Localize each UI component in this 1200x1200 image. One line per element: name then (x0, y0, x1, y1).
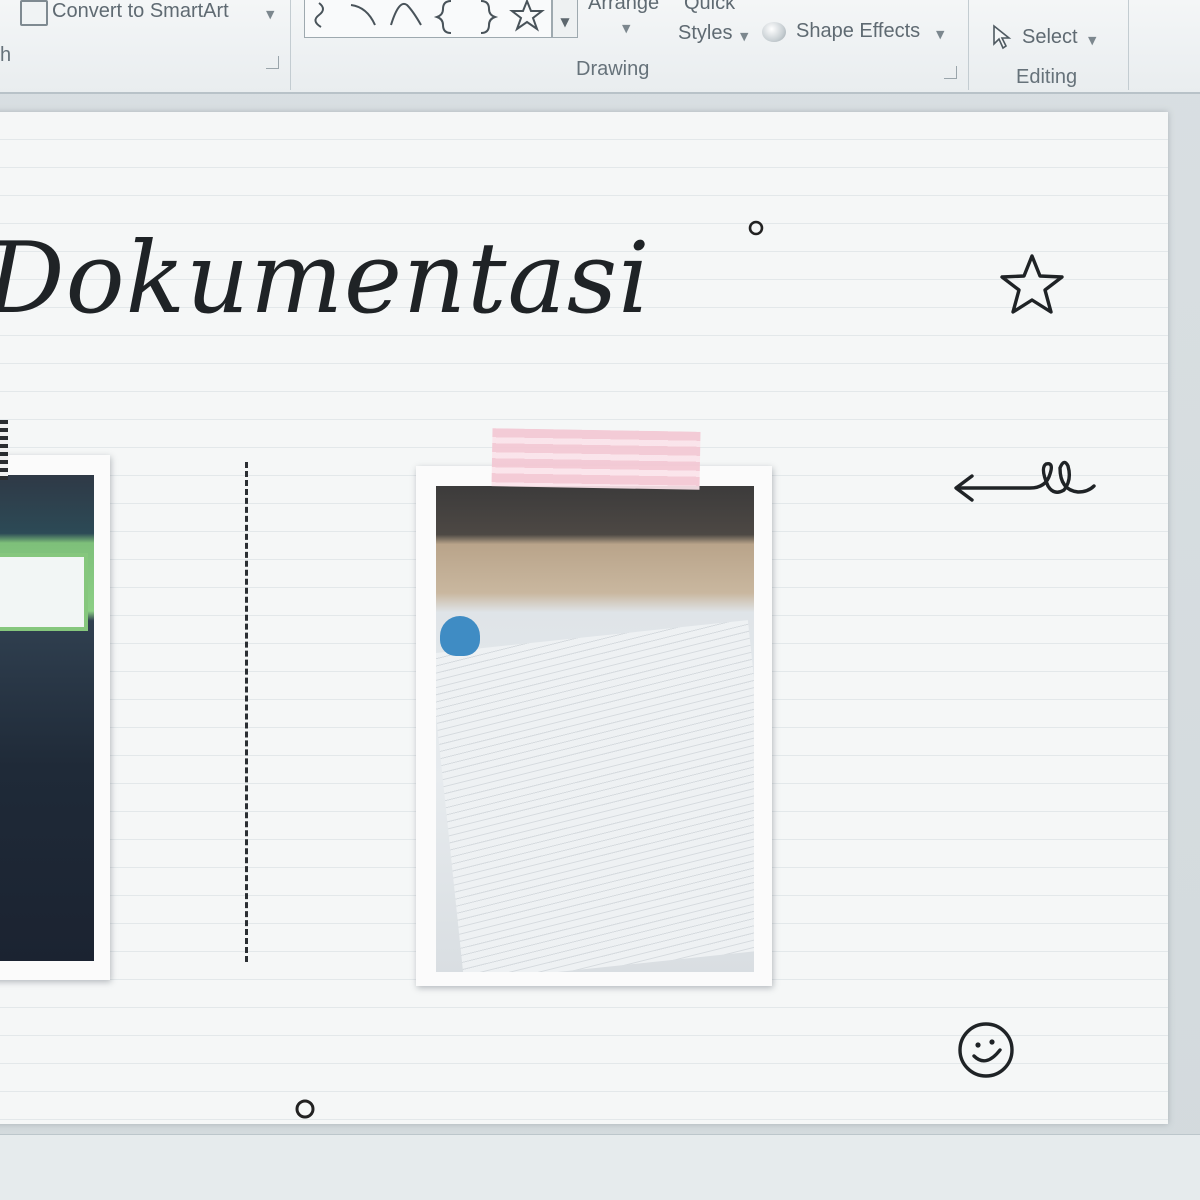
circle-doodle (748, 220, 764, 236)
photo-paper-sheet (436, 620, 754, 972)
right-brace-icon (480, 0, 499, 34)
photo-left (0, 475, 94, 961)
select-label: Select (1022, 26, 1078, 48)
slide-title[interactable]: Dokumentasi (0, 222, 651, 336)
quick-styles-button[interactable]: Quick Styles ▼ (676, 0, 756, 52)
smartart-icon (20, 0, 48, 26)
chevron-down-icon: ▼ (622, 22, 631, 35)
arrange-button[interactable]: Arrange ▼ (584, 0, 670, 48)
chevron-down-icon: ▼ (266, 8, 275, 21)
select-button[interactable]: Select ▼ (988, 22, 1108, 52)
arc-shape-icon (350, 4, 376, 26)
smiley-doodle (958, 1022, 1014, 1078)
star-doodle (1000, 254, 1064, 314)
quick-styles-label-line2: Styles (678, 22, 733, 44)
shapes-gallery[interactable] (304, 0, 552, 38)
gallery-more-button[interactable]: ▼ (552, 0, 578, 38)
ribbon: Convert to SmartArt ▼ h ▼ Arrange ▼ Quic (0, 0, 1200, 94)
shape-effects-button[interactable]: Shape Effects ▼ (760, 18, 950, 48)
drawing-group-label: Drawing (576, 58, 650, 80)
shape-effects-label: Shape Effects (796, 20, 921, 42)
photo-blue-object (440, 616, 480, 656)
chevron-down-icon: ▼ (1088, 34, 1097, 47)
washi-tape (491, 428, 701, 490)
paragraph-dialog-launcher[interactable] (266, 56, 279, 69)
shape-effects-icon (762, 22, 786, 42)
group-separator (290, 0, 291, 90)
tape-left (0, 420, 8, 480)
arrow-doodle (954, 460, 1096, 502)
curve-shape-icon (390, 3, 422, 26)
notes-area-edge[interactable] (0, 1134, 1200, 1200)
shapes-gallery-icons (314, 0, 545, 34)
group-separator (1128, 0, 1129, 90)
photo-right (436, 486, 754, 972)
powerpoint-window: Convert to SmartArt ▼ h ▼ Arrange ▼ Quic (0, 0, 1200, 1200)
chevron-down-icon: ▼ (936, 28, 945, 41)
photo-frame-right[interactable] (416, 466, 772, 986)
select-cursor-icon (993, 24, 1012, 50)
photo-left-screen (0, 553, 88, 631)
drawing-dialog-launcher[interactable] (944, 66, 957, 79)
left-brace-icon (433, 0, 452, 34)
photo-frame-left[interactable] (0, 455, 110, 980)
quick-styles-label-line1: Quick (684, 0, 736, 14)
chevron-down-icon: ▼ (740, 30, 749, 43)
arrange-label: Arrange (588, 0, 660, 14)
convert-to-smartart-button[interactable]: Convert to SmartArt ▼ (14, 0, 284, 30)
freeform-shape-icon (314, 2, 324, 28)
dashed-divider (245, 462, 248, 962)
paragraph-group-label-truncated: h (0, 44, 12, 66)
gallery-more-icon: ▼ (560, 15, 570, 29)
group-separator (968, 0, 969, 90)
circle-doodle (295, 1099, 315, 1119)
star-shape-icon (509, 0, 545, 32)
replace-button-partial[interactable] (990, 0, 1090, 6)
editing-group-label: Editing (1016, 66, 1078, 88)
convert-to-smartart-label: Convert to SmartArt (52, 0, 229, 22)
